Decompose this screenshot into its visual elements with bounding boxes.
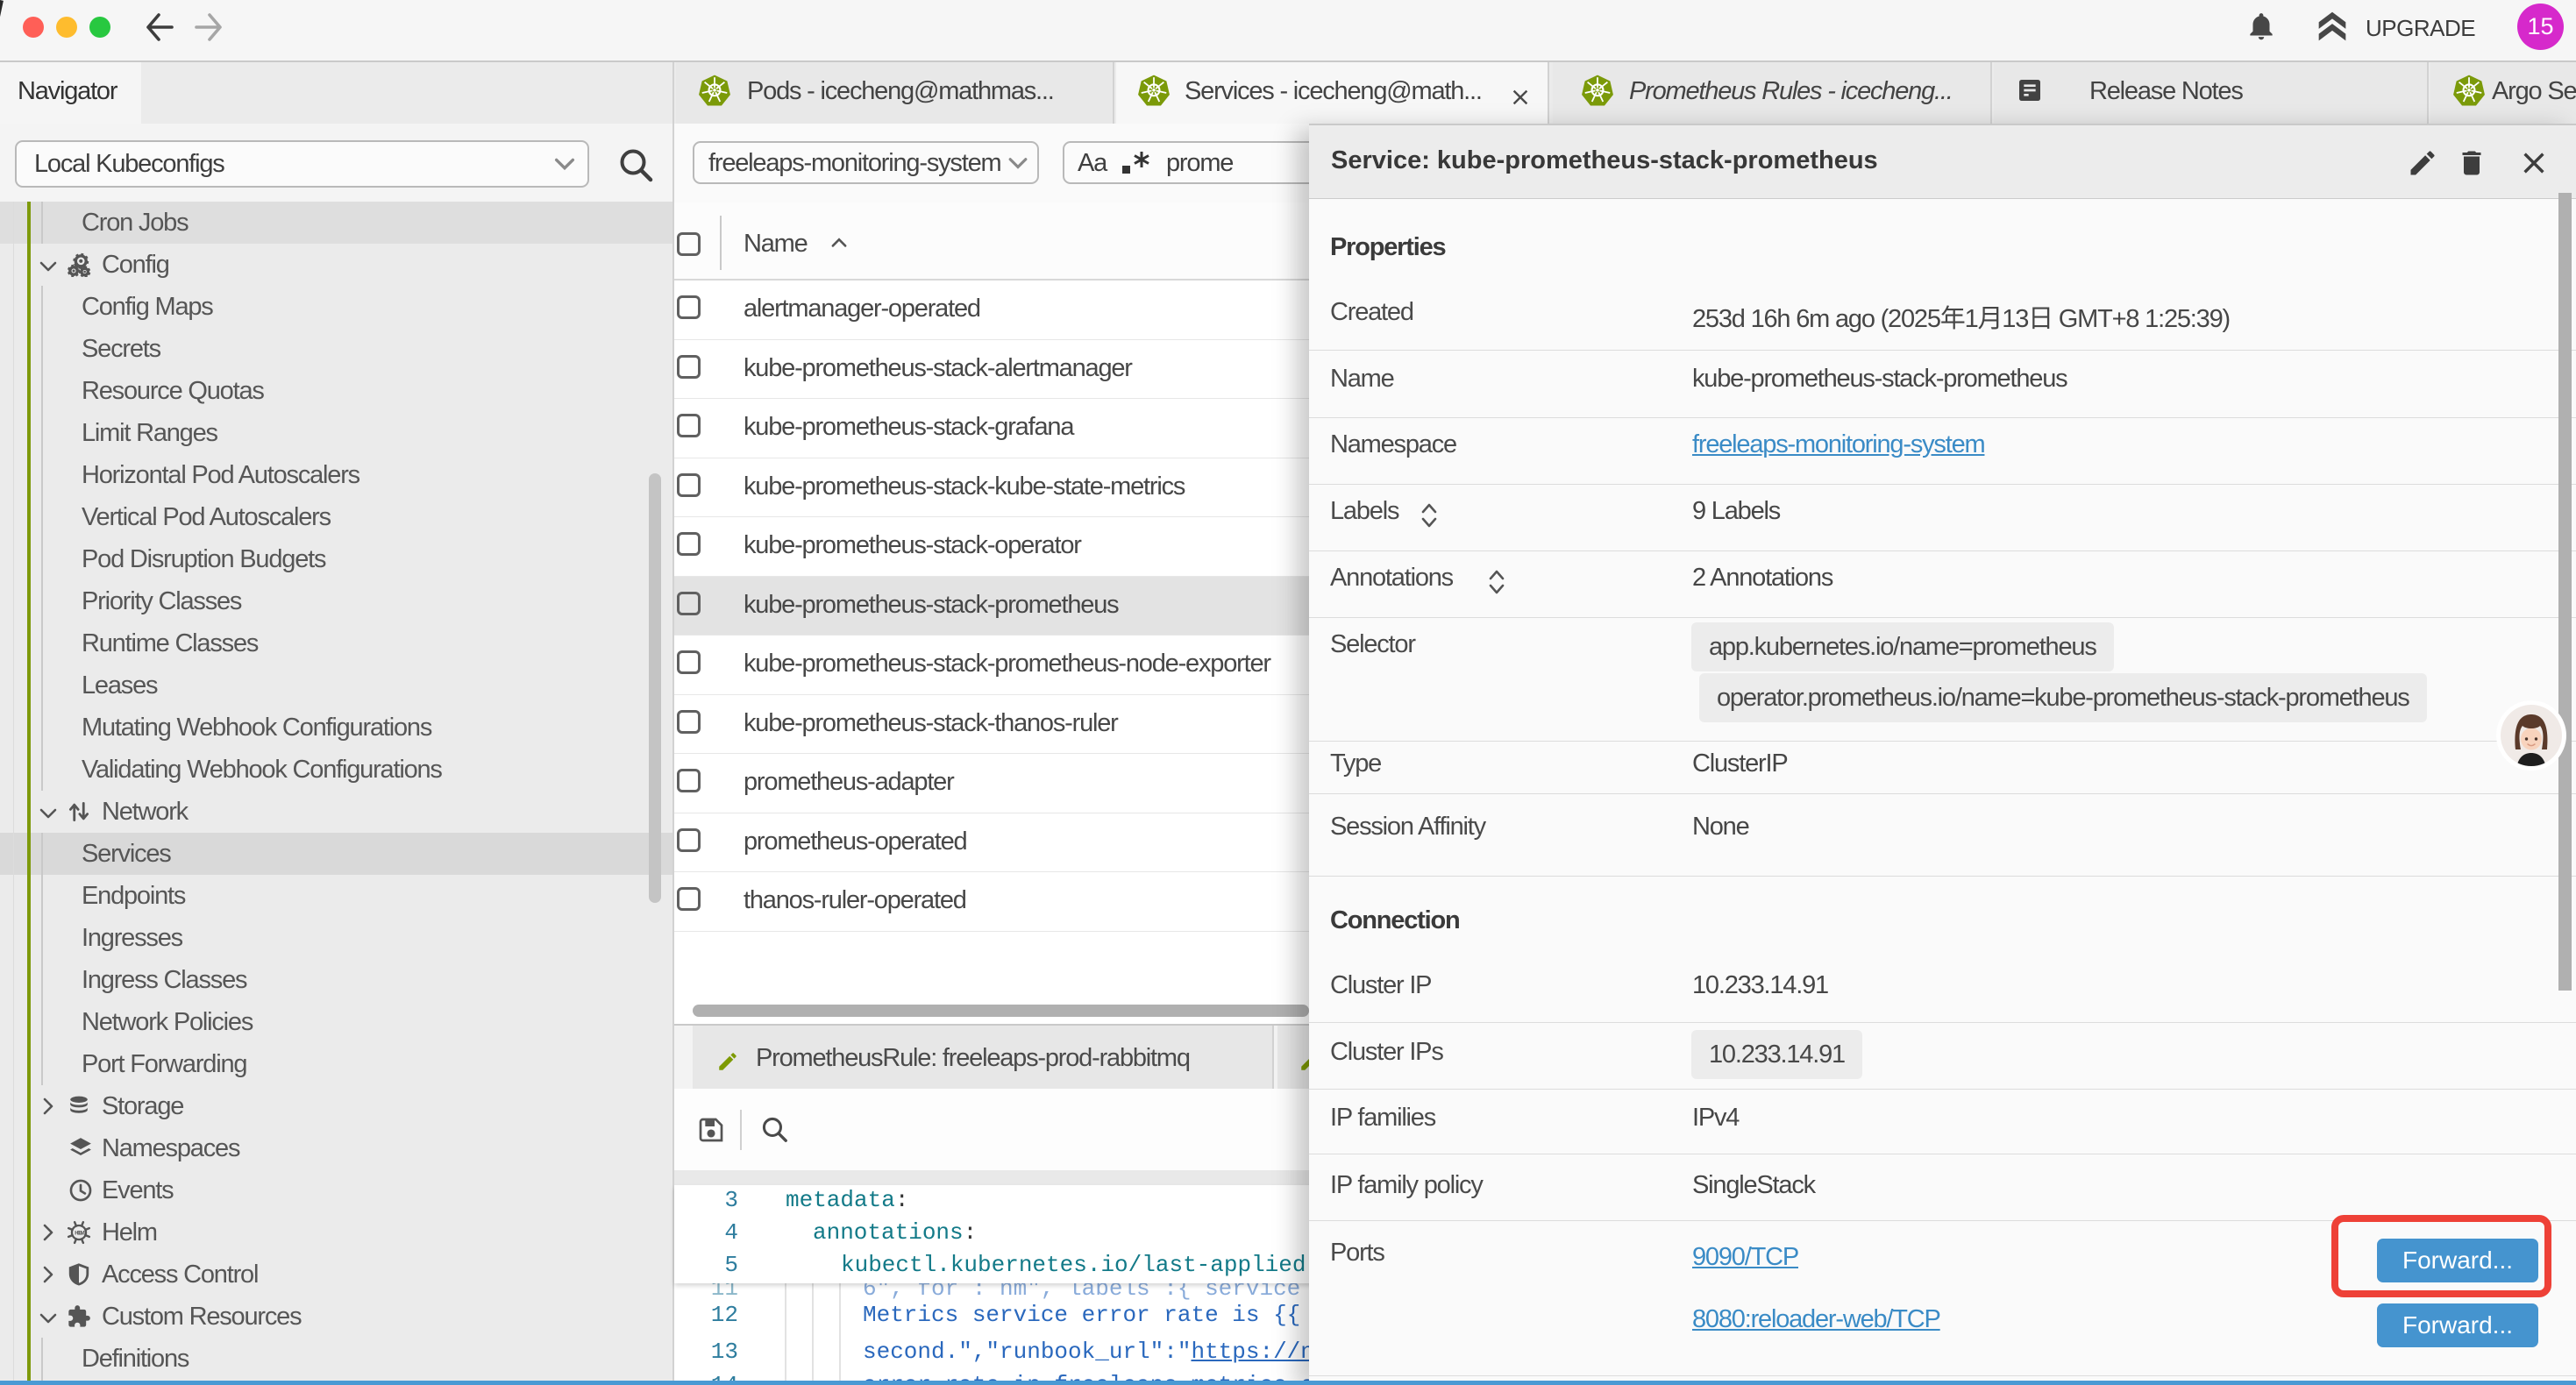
svg-text:HELM: HELM (75, 1230, 84, 1236)
